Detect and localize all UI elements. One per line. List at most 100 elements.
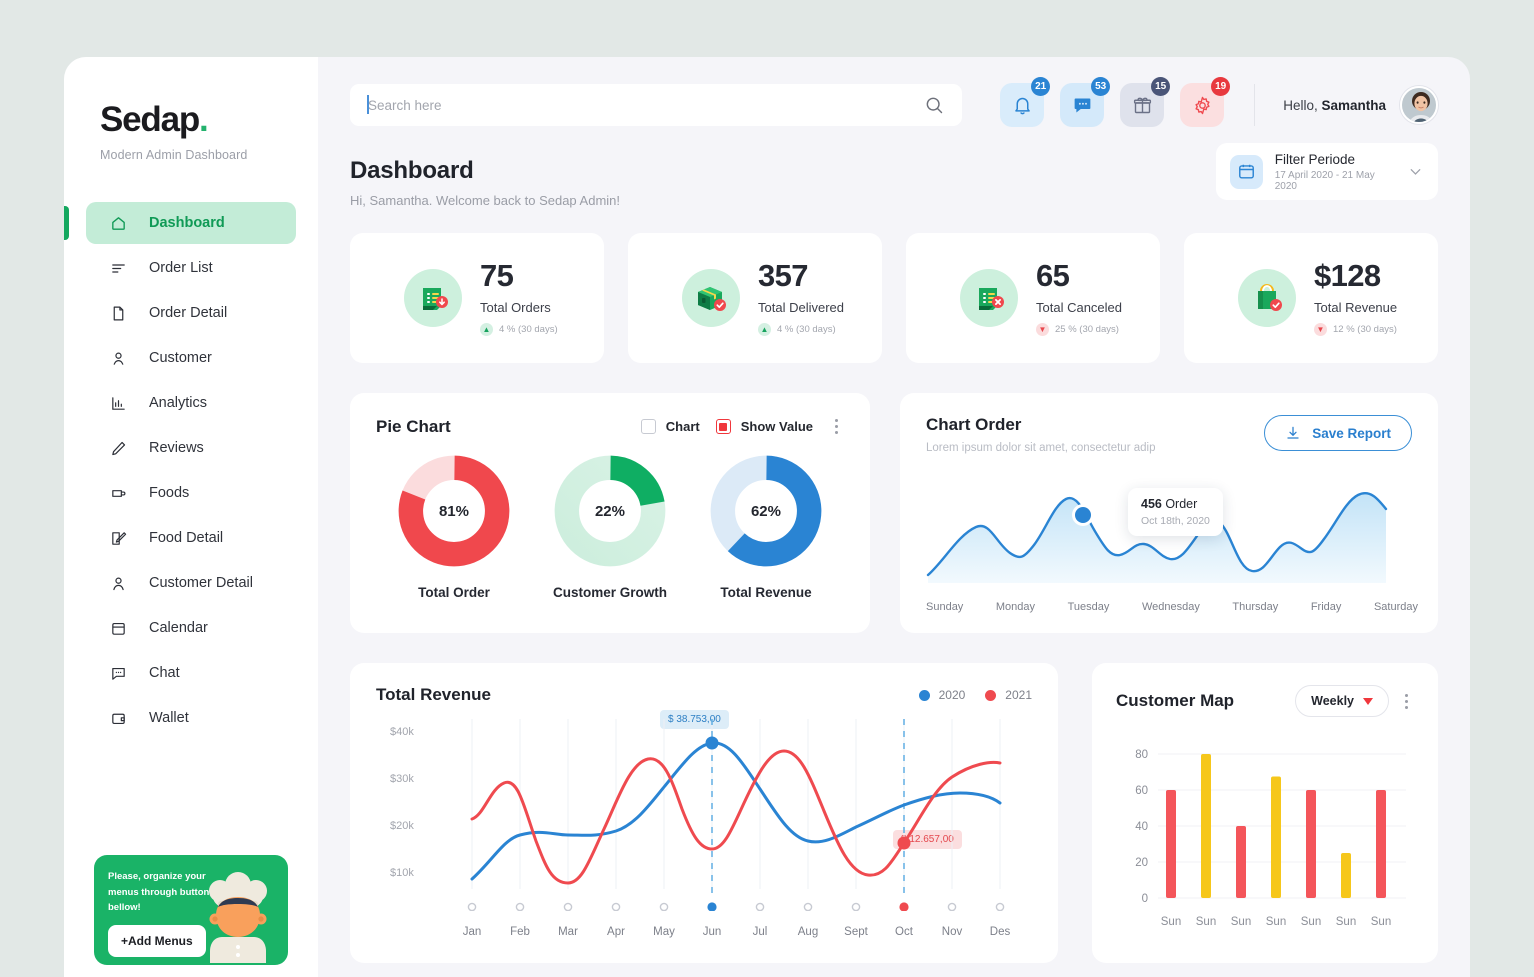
- chat-icon: [110, 665, 127, 682]
- y-tick-label: 60: [1135, 785, 1148, 797]
- search-input[interactable]: Search here: [368, 98, 442, 113]
- sidebar-nav: Dashboard Order List Order Detail Custom…: [64, 202, 318, 739]
- sidebar-item-reviews[interactable]: Reviews: [86, 427, 296, 469]
- message-icon[interactable]: 53: [1060, 77, 1111, 127]
- more-options-icon[interactable]: [1399, 690, 1414, 713]
- save-report-label: Save Report: [1312, 425, 1391, 441]
- main-content: Search here 21 53 15 19 Hello, Samantha …: [318, 57, 1470, 977]
- sidebar-item-label: Chat: [149, 665, 180, 681]
- cup-icon: [110, 485, 127, 502]
- sidebar-item-calendar[interactable]: Calendar: [86, 607, 296, 649]
- x-tick-label: Monday: [995, 601, 1036, 613]
- chef-illustration: [209, 872, 267, 963]
- user-icon: [110, 350, 127, 367]
- period-dropdown[interactable]: Weekly: [1295, 685, 1389, 717]
- sidebar-item-analytics[interactable]: Analytics: [86, 382, 296, 424]
- checkbox-checked-icon[interactable]: [715, 419, 731, 434]
- chart-checkbox[interactable]: Chart: [640, 419, 700, 434]
- gift-icon[interactable]: 15: [1120, 77, 1171, 127]
- sidebar-item-customer[interactable]: Customer: [86, 337, 296, 379]
- y-tick-label: $10k: [390, 867, 414, 879]
- sidebar-item-wallet[interactable]: Wallet: [86, 697, 296, 739]
- sidebar-item-dashboard[interactable]: Dashboard: [64, 202, 296, 244]
- donut-value: 62%: [750, 502, 781, 520]
- total-revenue-title: Total Revenue: [376, 685, 491, 704]
- revenue-line-chart: $40k $30k $20k $10k: [390, 719, 1005, 911]
- text-caret: [367, 95, 369, 114]
- sidebar-item-order-detail[interactable]: Order Detail: [86, 292, 296, 334]
- bar: [1201, 754, 1211, 898]
- page-title: Dashboard: [350, 157, 474, 184]
- y-tick-label: 80: [1135, 749, 1148, 761]
- sidebar-item-foods[interactable]: Foods: [86, 472, 296, 514]
- x-tick-label: Sun: [1231, 916, 1251, 928]
- sidebar-item-customer-detail[interactable]: Customer Detail: [86, 562, 296, 604]
- arrow-down-icon: ▼: [1036, 323, 1049, 336]
- sidebar-item-label: Reviews: [149, 440, 204, 456]
- badge-count: 19: [1211, 77, 1231, 96]
- page-header: Dashboard Hi, Samantha. Welcome back to …: [350, 143, 1438, 208]
- x-tick-label: Tuesday: [1067, 601, 1110, 613]
- donut-total-revenue: 62% Total Revenue: [709, 454, 823, 600]
- chevron-down-icon[interactable]: [1407, 163, 1424, 180]
- sidebar-item-food-detail[interactable]: Food Detail: [86, 517, 296, 559]
- show-value-checkbox[interactable]: Show Value: [715, 419, 813, 434]
- filter-range: 17 April 2020 - 21 May 2020: [1274, 169, 1375, 192]
- donut-label: Customer Growth: [552, 585, 667, 600]
- filter-periode-dropdown[interactable]: Filter Periode 17 April 2020 - 21 May 20…: [1216, 143, 1438, 200]
- chart-order-tooltip: 456 Order Oct 18th, 2020: [1128, 488, 1223, 536]
- stat-delta: ▲ 4 % (30 days): [480, 323, 558, 336]
- legend-label: 2021: [1005, 688, 1032, 702]
- legend-label: 2020: [938, 688, 966, 702]
- bar: [1376, 790, 1386, 898]
- avatar[interactable]: [1400, 86, 1438, 124]
- stat-card-total-delivered: 357 Total Delivered ▲ 4 % (30 days): [628, 233, 882, 363]
- more-options-icon[interactable]: [829, 415, 844, 438]
- home-icon: [110, 215, 127, 232]
- show-value-checkbox-label: Show Value: [740, 419, 813, 434]
- customer-map-header: Customer Map Weekly: [1116, 685, 1414, 717]
- x-tick-label: Apr: [607, 926, 625, 938]
- download-icon: [1285, 425, 1301, 441]
- pencil-icon: [110, 440, 127, 457]
- x-tick-label: Sun: [1371, 916, 1391, 928]
- stat-label: Total Canceled: [1036, 300, 1122, 315]
- x-tick-label: Sun: [1336, 916, 1356, 928]
- bar-chart-icon: [110, 395, 127, 412]
- person-icon: [110, 575, 127, 592]
- x-tick-label: Aug: [798, 926, 818, 938]
- data-point-blue: [705, 736, 719, 750]
- calendar-icon: [1230, 154, 1263, 189]
- x-tick-label: Saturday: [1373, 601, 1418, 613]
- sidebar-item-order-list[interactable]: Order List: [86, 247, 296, 289]
- x-tick-label: Sun: [1196, 916, 1216, 928]
- search-icon[interactable]: [924, 95, 944, 115]
- x-tick-label: Sunday: [926, 601, 964, 613]
- x-tick-label: Sun: [1266, 916, 1286, 928]
- chevron-down-icon[interactable]: [1363, 697, 1373, 705]
- checkbox-icon[interactable]: [640, 419, 656, 434]
- stat-card-total-revenue: $128 Total Revenue ▼ 12 % (30 days): [1184, 233, 1438, 363]
- stat-card-total-orders: 75 Total Orders ▲ 4 % (30 days): [350, 233, 604, 363]
- donut-label: Total Order: [418, 585, 490, 600]
- donut-chart: 81%: [397, 454, 511, 568]
- x-tick-label: Sun: [1301, 916, 1321, 928]
- gear-icon[interactable]: 19: [1180, 77, 1231, 127]
- data-point-red: [897, 836, 911, 850]
- bell-icon[interactable]: 21: [1000, 77, 1051, 127]
- sidebar-item-chat[interactable]: Chat: [86, 652, 296, 694]
- save-report-button[interactable]: Save Report: [1264, 415, 1412, 451]
- greeting-name: Samantha: [1321, 97, 1386, 113]
- search-bar[interactable]: Search here: [350, 84, 963, 126]
- revenue-legend: 2020 2021: [918, 688, 1032, 702]
- edit-square-icon: [110, 530, 127, 547]
- stat-cards: 75 Total Orders ▲ 4 % (30 days) 357 Tota…: [350, 233, 1438, 363]
- file-icon: [110, 305, 127, 322]
- sidebar: Sedap. Modern Admin Dashboard Dashboard …: [64, 57, 318, 977]
- notification-icons: 21 53 15 19: [1000, 77, 1231, 127]
- add-menus-button[interactable]: +Add Menus: [108, 925, 206, 958]
- badge-count: 21: [1031, 77, 1051, 96]
- app-window: Sedap. Modern Admin Dashboard Dashboard …: [64, 57, 1470, 977]
- stat-delta: ▲ 4 % (30 days): [758, 323, 844, 336]
- order-cancel-icon: [960, 269, 1018, 327]
